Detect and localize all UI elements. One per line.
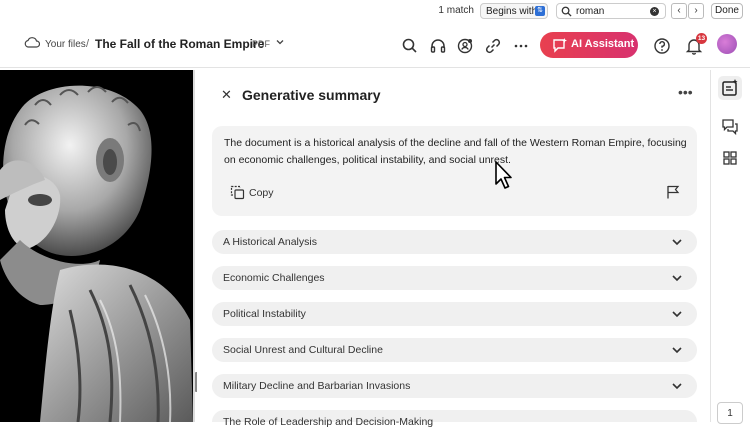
- chevron-down-icon[interactable]: [275, 37, 285, 47]
- headphones-icon[interactable]: [428, 36, 448, 56]
- section-label: A Historical Analysis: [223, 236, 317, 248]
- match-mode-select[interactable]: Begins with ⇅: [480, 3, 548, 19]
- find-search-field[interactable]: roman ×: [556, 3, 666, 19]
- help-icon[interactable]: [652, 36, 672, 56]
- clear-search-icon[interactable]: ×: [650, 7, 659, 16]
- flag-icon[interactable]: [666, 185, 680, 199]
- breadcrumb-your-files[interactable]: Your files: [45, 39, 86, 50]
- page-number-indicator[interactable]: 1: [717, 402, 743, 424]
- comment-user-icon[interactable]: [455, 36, 475, 56]
- section-label: Social Unrest and Cultural Decline: [223, 344, 383, 356]
- find-bar: 1 match Begins with ⇅ roman × ‹ › Done: [0, 0, 750, 22]
- section-accordion[interactable]: Social Unrest and Cultural Decline: [212, 338, 697, 362]
- document-page-image: [0, 70, 193, 422]
- ai-summary-icon: [722, 79, 738, 96]
- chevron-down-icon: [672, 347, 682, 354]
- chevron-down-icon: [672, 239, 682, 246]
- match-mode-label: Begins with: [486, 6, 538, 17]
- chevron-down-icon: [672, 311, 682, 318]
- rail-summary-tab[interactable]: [718, 76, 742, 100]
- comments-icon[interactable]: [721, 118, 739, 136]
- notification-badge: 13: [696, 33, 707, 44]
- done-button[interactable]: Done: [711, 3, 743, 19]
- match-count: 1 match: [438, 5, 474, 16]
- search-icon[interactable]: [400, 36, 420, 56]
- panel-divider: [193, 70, 195, 422]
- chevron-down-icon: [672, 383, 682, 390]
- section-accordion[interactable]: Economic Challenges: [212, 266, 697, 290]
- file-type-label[interactable]: PDF: [252, 39, 270, 49]
- section-accordion[interactable]: Political Instability: [212, 302, 697, 326]
- search-icon: [561, 6, 572, 17]
- section-label: The Role of Leadership and Decision-Maki…: [223, 416, 434, 428]
- more-icon[interactable]: •••: [678, 84, 693, 100]
- next-match-button[interactable]: ›: [688, 3, 704, 19]
- section-accordion[interactable]: The Role of Leadership and Decision-Maki…: [212, 410, 697, 428]
- mouse-cursor-icon: [495, 161, 512, 189]
- ai-assistant-icon: [553, 38, 567, 53]
- grid-icon[interactable]: [722, 150, 738, 166]
- summary-text: The document is a historical analysis of…: [224, 137, 687, 166]
- section-label: Military Decline and Barbarian Invasions: [223, 380, 411, 392]
- chevron-updown-icon: ⇅: [535, 6, 545, 16]
- ai-assistant-label: AI Assistant: [571, 38, 635, 50]
- find-search-value: roman: [576, 6, 605, 17]
- section-accordion[interactable]: Military Decline and Barbarian Invasions: [212, 374, 697, 398]
- app-header: Your files / The Fall of the Roman Empir…: [0, 24, 750, 68]
- section-label: Political Instability: [223, 308, 306, 320]
- more-icon[interactable]: [511, 36, 531, 56]
- section-label: Economic Challenges: [223, 272, 325, 284]
- section-accordion[interactable]: A Historical Analysis: [212, 230, 697, 254]
- breadcrumb-separator: /: [86, 38, 90, 50]
- avatar[interactable]: [717, 34, 737, 54]
- chevron-down-icon: [672, 275, 682, 282]
- previous-match-button[interactable]: ‹: [671, 3, 687, 19]
- statue-image: [0, 70, 193, 422]
- close-icon[interactable]: ✕: [221, 87, 232, 103]
- ai-assistant-button[interactable]: AI Assistant: [540, 32, 638, 58]
- panel-title: Generative summary: [242, 87, 381, 103]
- copy-button[interactable]: Copy: [249, 187, 274, 199]
- cloud-icon: [24, 37, 40, 48]
- link-icon[interactable]: [483, 36, 503, 56]
- copy-icon[interactable]: [230, 185, 245, 200]
- document-title: The Fall of the Roman Empire: [95, 37, 265, 51]
- rail-divider: [710, 70, 711, 422]
